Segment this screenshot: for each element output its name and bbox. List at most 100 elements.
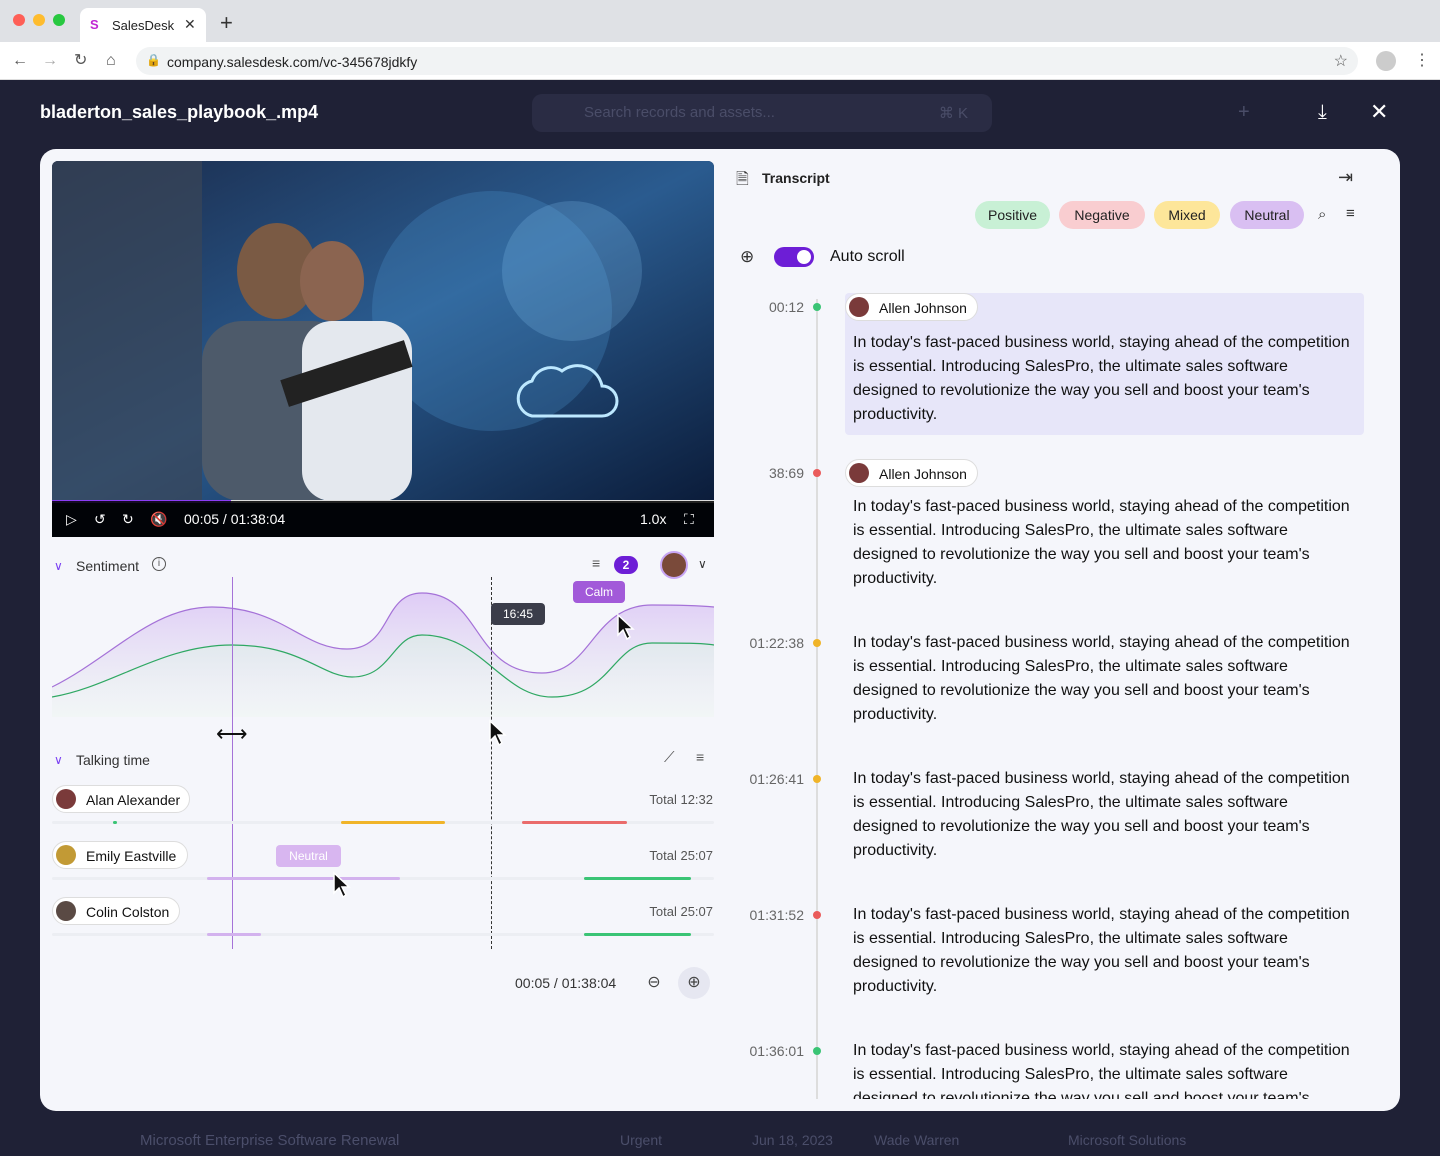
url-field[interactable]: 🔒 company.salesdesk.com/vc-345678jdkfy ☆ <box>136 47 1358 75</box>
video-player[interactable]: ▷ ↺ ↻ 🔇 00:05 / 01:38:04 1.0x ⛶ <box>52 161 714 537</box>
entry-dot <box>813 775 821 783</box>
filter-neutral[interactable]: Neutral <box>1230 201 1304 229</box>
talk-segment[interactable] <box>207 933 261 936</box>
entry-text: In today's fast-paced business world, st… <box>853 770 1350 859</box>
speaker-chip-emily[interactable]: Emily Eastville <box>52 841 188 869</box>
download-icon[interactable]: ⤓ <box>1318 102 1327 122</box>
speaker-name: Alan Alexander <box>86 792 181 808</box>
talking-time-collapse-chevron-icon[interactable]: ∨ <box>54 753 63 767</box>
sentiment-collapse-chevron-icon[interactable]: ∨ <box>54 559 63 573</box>
talk-segment[interactable] <box>113 821 117 824</box>
entry-text: In today's fast-paced business world, st… <box>853 334 1350 423</box>
lock-icon: 🔒 <box>146 53 161 67</box>
speaker-chip-alan[interactable]: Alan Alexander <box>52 785 190 813</box>
video-frame <box>52 161 714 501</box>
entry-time[interactable]: 01:31:52 <box>730 907 805 923</box>
maximize-window-button[interactable] <box>53 14 65 26</box>
rewind-icon[interactable]: ↺ <box>94 510 106 528</box>
collapse-panel-icon[interactable]: ⇥ <box>1338 167 1353 188</box>
browser-menu-icon[interactable]: ⋮ <box>1414 50 1430 70</box>
entry-text: In today's fast-paced business world, st… <box>853 498 1350 587</box>
filter-negative[interactable]: Negative <box>1059 201 1145 229</box>
speaker-total: Total 12:32 <box>649 792 713 807</box>
close-tab-icon[interactable]: ✕ <box>184 16 196 33</box>
pointer-cursor-icon <box>617 613 635 641</box>
add-icon[interactable]: + <box>1238 102 1250 122</box>
close-window-button[interactable] <box>13 14 25 26</box>
entry-text: In today's fast-paced business world, st… <box>853 634 1350 723</box>
search-icon[interactable]: ⌕ <box>1318 206 1326 223</box>
speaker-dropdown-chevron-icon[interactable]: ∨ <box>698 557 707 571</box>
sentiment-filter-icon[interactable]: ≡ <box>592 555 600 571</box>
filter-mixed[interactable]: Mixed <box>1154 201 1220 229</box>
avatar <box>56 845 76 865</box>
entry-dot <box>813 469 821 477</box>
talk-segment[interactable] <box>341 821 445 824</box>
forward-icon[interactable]: → <box>42 51 58 71</box>
talk-segment[interactable] <box>207 877 400 880</box>
speaker-total: Total 25:07 <box>649 848 713 863</box>
document-icon: 🗎 <box>736 171 749 188</box>
play-icon[interactable]: ▷ <box>66 510 77 528</box>
background-table-row: Microsoft Enterprise Software Renewal Ur… <box>120 1116 1420 1156</box>
speaker-avatar[interactable] <box>660 551 688 579</box>
reload-icon[interactable]: ↻ <box>74 51 87 71</box>
chart-icon[interactable]: ⟋ <box>664 749 675 766</box>
speaker-name: Allen Johnson <box>879 466 967 482</box>
bookmark-star-icon[interactable]: ☆ <box>1334 51 1348 71</box>
profile-avatar[interactable] <box>1376 51 1396 71</box>
bg-row-company: Microsoft Solutions <box>1068 1132 1187 1148</box>
entry-dot <box>813 639 821 647</box>
filter-positive[interactable]: Positive <box>975 201 1050 229</box>
talk-segment[interactable] <box>584 933 691 936</box>
entry-time[interactable]: 38:69 <box>730 465 804 481</box>
home-icon[interactable]: ⌂ <box>106 51 116 71</box>
global-search-input[interactable]: Search records and assets... ⌘ K <box>532 94 992 132</box>
playhead-line[interactable] <box>232 577 233 949</box>
search-shortcut: ⌘ K <box>938 105 968 122</box>
footer-time: 00:05 / 01:38:04 <box>515 975 617 991</box>
close-modal-icon[interactable]: ✕ <box>1370 101 1388 123</box>
entry-time[interactable]: 01:22:38 <box>730 635 805 651</box>
resize-cursor-icon: ⟷ <box>216 721 248 746</box>
talk-segment[interactable] <box>584 877 691 880</box>
auto-scroll-label: Auto scroll <box>830 248 905 265</box>
file-title: bladerton_sales_playbook_.mp4 <box>40 102 319 122</box>
browser-tab-bar: S SalesDesk ✕ + <box>0 0 1440 42</box>
bg-row-title: Microsoft Enterprise Software Renewal <box>140 1132 400 1149</box>
forward-icon[interactable]: ↻ <box>122 510 134 528</box>
speaker-name: Allen Johnson <box>879 300 967 316</box>
talking-filter-icon[interactable]: ≡ <box>696 749 704 765</box>
entry-time[interactable]: 01:26:41 <box>730 771 805 787</box>
pointer-cursor-icon <box>489 719 507 747</box>
back-icon[interactable]: ← <box>12 51 28 71</box>
video-call-modal: ▷ ↺ ↻ 🔇 00:05 / 01:38:04 1.0x ⛶ ∨ Sentim… <box>40 149 1400 1111</box>
calm-tooltip: Calm <box>573 581 625 603</box>
info-icon[interactable]: i <box>152 557 166 571</box>
auto-scroll-toggle[interactable] <box>774 247 814 267</box>
zoom-out-button[interactable]: ⊖ <box>638 967 670 999</box>
new-tab-icon[interactable]: + <box>220 12 233 34</box>
speaker-chip-colin[interactable]: Colin Colston <box>52 897 180 925</box>
entry-speaker[interactable]: Allen Johnson <box>845 459 978 487</box>
hover-line <box>491 577 492 949</box>
talk-segment[interactable] <box>522 821 627 824</box>
transcript-filter-icon[interactable]: ≡ <box>1346 205 1355 222</box>
playback-speed[interactable]: 1.0x <box>640 510 666 528</box>
minimize-window-button[interactable] <box>33 14 45 26</box>
salesdesk-favicon-icon: S <box>90 17 99 32</box>
fullscreen-icon[interactable]: ⛶ <box>684 510 694 528</box>
sentiment-title: Sentiment <box>76 558 140 574</box>
url-text: company.salesdesk.com/vc-345678jdkfy <box>167 54 418 70</box>
tab-title: SalesDesk <box>112 18 175 33</box>
bg-row-status: Urgent <box>620 1132 663 1148</box>
mute-icon[interactable]: 🔇 <box>150 510 167 528</box>
speaker-total: Total 25:07 <box>649 904 713 919</box>
entry-time[interactable]: 01:36:01 <box>730 1043 805 1059</box>
browser-tab[interactable]: S SalesDesk ✕ <box>80 8 206 42</box>
entry-speaker[interactable]: Allen Johnson <box>845 293 978 321</box>
entry-time[interactable]: 00:12 <box>730 299 804 315</box>
zoom-in-button[interactable]: ⊕ <box>678 967 710 999</box>
bg-row-date: Jun 18, 2023 <box>752 1132 833 1148</box>
target-icon[interactable]: ⊕ <box>740 247 754 267</box>
